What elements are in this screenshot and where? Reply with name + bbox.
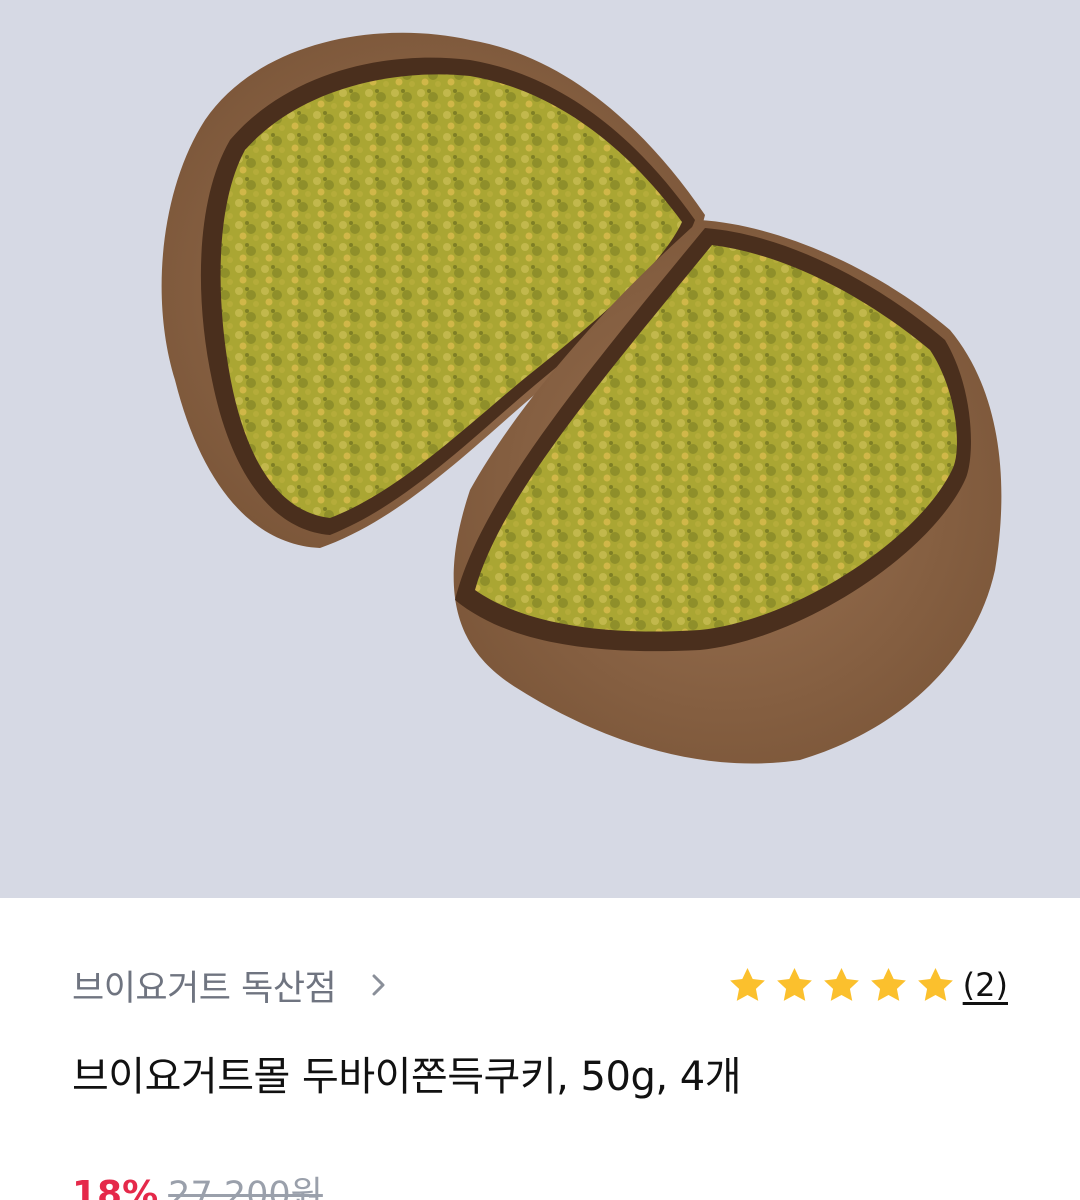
star-icon	[776, 967, 812, 1001]
store-name[interactable]: 브이요거트 독산점	[72, 960, 337, 1011]
rating[interactable]: (2)	[726, 960, 1008, 1010]
chevron-right-icon[interactable]	[370, 971, 388, 999]
product-title: 브이요거트몰 두바이쫀득쿠키, 50g, 4개	[72, 1054, 742, 1100]
star-rating	[726, 964, 957, 1007]
cookie-illustration	[161, 32, 1002, 764]
star-icon	[823, 967, 859, 1001]
discount-rate: 18%	[72, 1174, 159, 1200]
store-link[interactable]: 브이요거트 독산점	[72, 960, 388, 1010]
star-icon	[729, 967, 765, 1001]
product-image[interactable]	[0, 0, 1080, 898]
star-icon	[870, 967, 906, 1001]
price-row: 18% 27,200원	[72, 1166, 323, 1200]
review-count-link[interactable]: (2)	[963, 966, 1008, 1004]
original-price: 27,200원	[168, 1175, 323, 1200]
product-info: 브이요거트 독산점 (2) 브이요거트몰 두바이쫀득쿠키, 50g, 4개 18…	[0, 898, 1080, 1200]
product-detail-page: 브이요거트 독산점 (2) 브이요거트몰 두바이쫀득쿠키, 50g, 4개 18…	[0, 0, 1080, 1200]
star-icon	[917, 967, 953, 1001]
